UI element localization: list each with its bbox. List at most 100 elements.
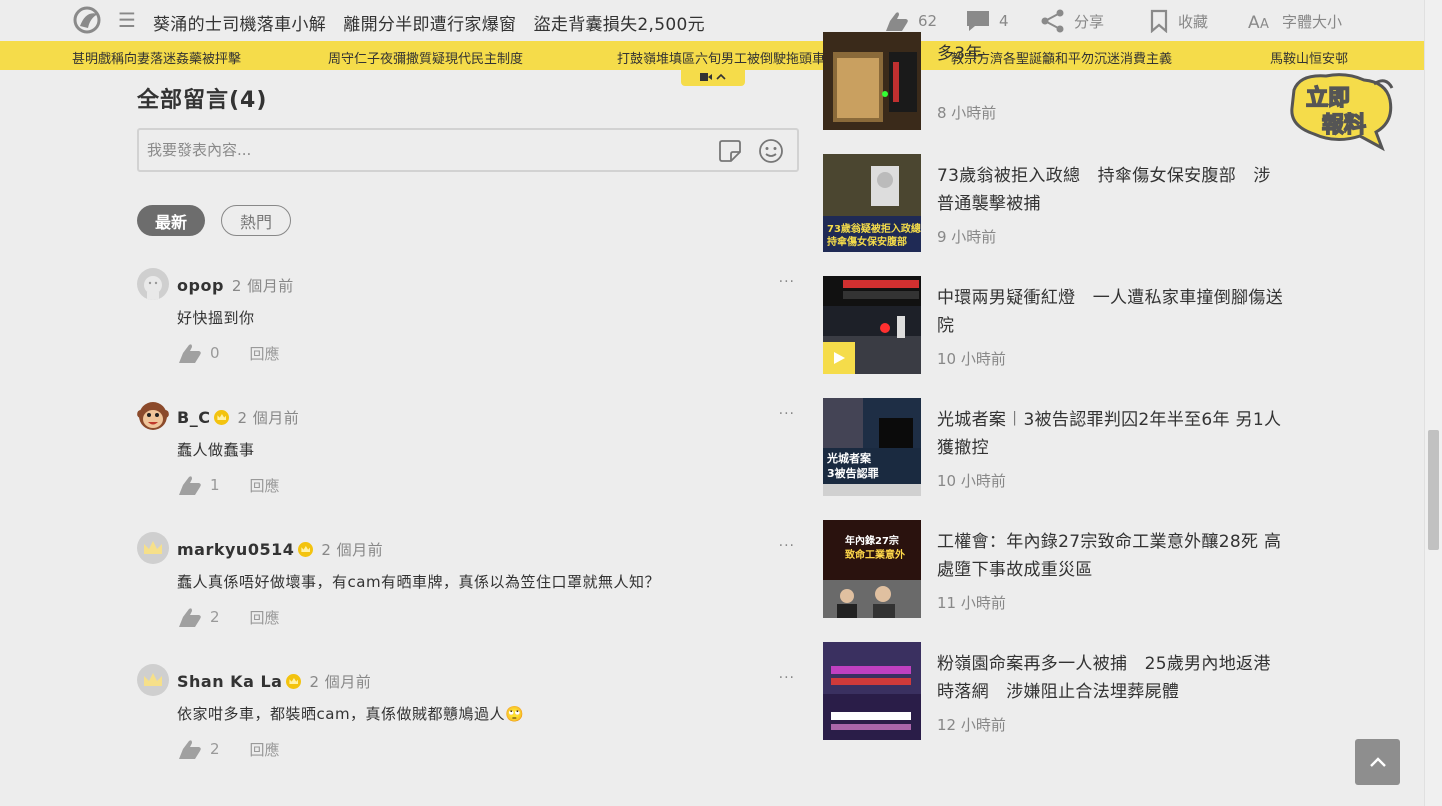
news-thumbnail[interactable] [823, 642, 921, 740]
comment-time: 2 個月前 [231, 277, 294, 295]
news-thumbnail[interactable] [823, 276, 921, 374]
news-item[interactable]: 粉嶺園命案再多一人被捕 25歲男內地返港時落網 涉嫌阻止合法埋葬屍體 12 小時… [823, 642, 1283, 740]
reply-button[interactable]: 回應 [250, 607, 280, 628]
comment-like-button[interactable]: 2 [177, 737, 220, 761]
comment-author[interactable]: B_C 2 個月前 [177, 407, 299, 428]
svg-text:A: A [1248, 13, 1260, 33]
comment-input[interactable] [147, 139, 687, 161]
chevron-up-icon [716, 73, 726, 80]
svg-text:年內錄27宗: 年內錄27宗 [845, 534, 899, 547]
speech-bubble-icon [967, 11, 989, 31]
svg-text:光城者案: 光城者案 [826, 451, 872, 465]
default-avatar-icon [137, 268, 169, 300]
back-to-top-button[interactable] [1355, 739, 1400, 785]
site-logo-icon[interactable] [72, 6, 102, 34]
comment-item: markyu0514 2 個月前 ··· 蠢人真係唔好做壞事，有cam有晒車牌，真… [137, 532, 799, 642]
video-icon [700, 72, 712, 81]
news-time: 8 小時前 [937, 104, 997, 122]
news-thumbnail[interactable]: 光城者案 3被告認罪 [823, 398, 921, 496]
news-thumbnail-image [823, 642, 921, 740]
comment-text: 蠢人真係唔好做壞事，有cam有晒車牌，真係以為笠住口罩就無人知？ [177, 573, 661, 591]
ticker-item[interactable]: 打鼓嶺堆填區六旬男工被倒駛拖頭車撞斃 [617, 48, 851, 67]
comment-item: B_C 2 個月前 ··· 蠢人做蠢事 1 回應 [137, 400, 799, 510]
comment-like-count: 1 [210, 476, 220, 494]
comment-actions: 1 回應 [177, 473, 280, 497]
more-options-icon[interactable]: ··· [779, 670, 795, 686]
comment-actions: 0 回應 [177, 341, 280, 365]
news-thumbnail-image [823, 32, 921, 130]
play-icon [834, 352, 845, 364]
news-item[interactable]: 光城者案 3被告認罪 光城者案︱3被告認罪判囚2年半至6年 另1人獲撤控 10 小… [823, 398, 1283, 496]
news-item[interactable]: 73歲翁疑被拒入政總 持傘傷女保安腹部 73歲翁被拒入政總 持傘傷女保安腹部 涉普… [823, 154, 1283, 252]
comment-text: 蠢人做蠢事 [177, 441, 255, 459]
comment-item: Shan Ka La 2 個月前 ··· 依家咁多車，都裝晒cam，真係做賊都戇鳩… [137, 664, 799, 774]
font-size-icon: AA [1248, 13, 1269, 33]
like-hand-icon [886, 12, 908, 32]
author-name: B_C [177, 408, 211, 427]
comment-like-button[interactable]: 1 [177, 473, 220, 497]
news-title: 粉嶺園命案再多一人被捕 25歲男內地返港時落網 涉嫌阻止合法埋葬屍體 [937, 654, 1271, 702]
news-title: 工權會：年內錄27宗致命工業意外釀28死 高處墮下事故成重災區 [937, 532, 1282, 580]
comment-like-count: 0 [210, 344, 220, 362]
news-item[interactable]: 年內錄27宗 致命工業意外 工權會：年內錄27宗致命工業意外釀28死 高處墮下事故… [823, 520, 1283, 618]
avatar[interactable] [137, 532, 169, 564]
menu-icon[interactable]: ☰ [118, 8, 136, 32]
member-badge-icon [214, 410, 230, 425]
font-size-label: 字體大小 [1282, 12, 1343, 31]
news-thumbnail[interactable]: 73歲翁疑被拒入政總 持傘傷女保安腹部 [823, 154, 921, 252]
share-label: 分享 [1074, 12, 1105, 31]
news-item[interactable]: 中環兩男疑衝紅燈 一人遭私家車撞倒腳傷送院 10 小時前 [823, 276, 1283, 374]
avatar[interactable] [137, 268, 169, 300]
reply-button[interactable]: 回應 [250, 343, 280, 364]
chevron-up-icon [1369, 757, 1386, 767]
like-button[interactable]: 62 [884, 7, 937, 35]
news-item[interactable]: 多3年 8 小時前 [823, 32, 1283, 130]
report-news-button[interactable]: 立即 報料 [1286, 70, 1396, 152]
comment-count-button[interactable]: 4 [965, 7, 1009, 35]
news-thumbnail[interactable] [823, 32, 921, 130]
comment-author[interactable]: Shan Ka La 2 個月前 [177, 671, 371, 692]
ticker-collapse-toggle[interactable] [681, 67, 745, 86]
comment-like-button[interactable]: 0 [177, 341, 220, 365]
font-size-button[interactable]: AA 字體大小 [1248, 7, 1342, 35]
news-thumbnail-image: 年內錄27宗致命工業意外 [823, 520, 921, 618]
more-options-icon[interactable]: ··· [779, 274, 795, 290]
news-thumbnail[interactable]: 年內錄27宗 致命工業意外 [823, 520, 921, 618]
sort-newest-button[interactable]: 最新 [137, 205, 205, 236]
favorite-button[interactable]: 收藏 [1148, 7, 1208, 35]
svg-text:73歲翁疑被拒入政總: 73歲翁疑被拒入政總 [827, 222, 921, 235]
page-scrollbar[interactable] [1424, 0, 1442, 806]
avatar[interactable] [137, 664, 169, 696]
news-title: 多3年 [937, 44, 983, 64]
more-options-icon[interactable]: ··· [779, 406, 795, 422]
comment-text: 依家咁多車，都裝晒cam，真係做賊都戇鳩過人🙄 [177, 705, 525, 723]
like-hand-icon [179, 740, 201, 759]
sort-hot-button[interactable]: 熱門 [221, 205, 291, 236]
member-badge-icon [286, 674, 302, 689]
news-title: 73歲翁被拒入政總 持傘傷女保安腹部 涉普通襲擊被捕 [937, 166, 1271, 214]
news-thumbnail-image: 光城者案3被告認罪 [823, 398, 921, 496]
author-name: Shan Ka La [177, 672, 283, 691]
scrollbar-thumb[interactable] [1428, 430, 1439, 550]
comment-author[interactable]: markyu0514 2 個月前 [177, 539, 383, 560]
comment-time: 2 個月前 [237, 409, 300, 427]
ticker-item[interactable]: 周守仁子夜彌撒質疑現代民主制度 [328, 48, 523, 67]
sticker-icon[interactable] [717, 138, 743, 164]
reply-button[interactable]: 回應 [250, 739, 280, 760]
reply-button[interactable]: 回應 [250, 475, 280, 496]
video-play-button[interactable] [823, 342, 855, 374]
comment-author[interactable]: opop 2 個月前 [177, 275, 294, 296]
share-icon [1041, 9, 1064, 33]
svg-text:3被告認罪: 3被告認罪 [827, 466, 879, 480]
more-options-icon[interactable]: ··· [779, 538, 795, 554]
ticker-item[interactable]: 甚明戲稱向妻落迷姦藥被抨擊 [72, 48, 241, 67]
share-button[interactable]: 分享 [1040, 7, 1104, 35]
comment-like-button[interactable]: 2 [177, 605, 220, 629]
news-time: 10 小時前 [937, 350, 1006, 368]
emoji-icon[interactable] [757, 137, 785, 165]
news-title: 光城者案︱3被告認罪判囚2年半至6年 另1人獲撤控 [937, 410, 1282, 458]
avatar[interactable] [137, 400, 169, 432]
monkey-avatar-icon [137, 400, 169, 432]
comment-like-count: 2 [210, 740, 220, 758]
comment-text: 好快搵到你 [177, 309, 255, 327]
